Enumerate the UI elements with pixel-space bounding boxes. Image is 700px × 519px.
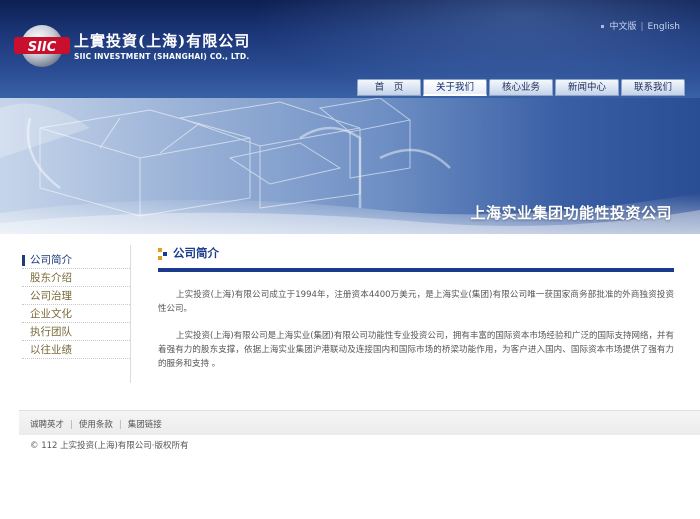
language-switcher: 中文版 | English	[601, 19, 680, 32]
section-header: 公司简介	[158, 244, 674, 268]
footer-links: 诚聘英才 | 使用条款 | 集团链接	[30, 420, 162, 430]
footer-links-bar: 诚聘英才 | 使用条款 | 集团链接	[19, 410, 700, 435]
sidebar-item-team[interactable]: 执行团队	[22, 323, 130, 341]
divider	[130, 245, 131, 383]
logo-mark-text: SIIC	[28, 40, 57, 55]
lang-english-link[interactable]: English	[648, 22, 681, 32]
hero-banner: 上海实业集团功能性投资公司	[0, 98, 700, 234]
nav-contact[interactable]: 联系我们	[621, 79, 685, 96]
intro-paragraph: 上实投资(上海)有限公司成立于1994年，注册资本4400万美元，是上海实业(集…	[158, 290, 674, 314]
main-content: 公司简介 上实投资(上海)有限公司成立于1994年，注册资本4400万美元，是上…	[158, 244, 674, 371]
footer-link-careers[interactable]: 诚聘英才	[30, 420, 64, 430]
sidebar-nav: 公司简介 股东介绍 公司治理 企业文化 执行团队 以往业绩	[22, 251, 130, 359]
nav-about[interactable]: 关于我们	[423, 79, 487, 96]
company-name-en: SIIC INVESTMENT (SHANGHAI) CO., LTD.	[74, 52, 250, 61]
company-name-cn: 上實投資(上海)有限公司	[74, 32, 251, 50]
section-bullet-icon	[158, 248, 167, 260]
nav-home[interactable]: 首 页	[357, 79, 421, 96]
nav-news[interactable]: 新闻中心	[555, 79, 619, 96]
detail-paragraph: 上实投资(上海)有限公司是上海实业(集团)有限公司功能性专业投资公司，拥有丰富的…	[158, 331, 674, 369]
copyright: © 112 上实投资(上海)有限公司·版权所有	[30, 441, 189, 451]
main-nav: 首 页 关于我们 核心业务 新闻中心 联系我们	[357, 79, 685, 97]
bullet-icon	[601, 25, 605, 28]
title-underline	[158, 268, 674, 272]
page-title: 公司简介	[173, 246, 219, 260]
banner-title: 上海实业集团功能性投资公司	[470, 204, 672, 222]
sidebar-item-shareholders[interactable]: 股东介绍	[22, 269, 130, 287]
footer-link-group[interactable]: 集团链接	[128, 420, 162, 430]
nav-business[interactable]: 核心业务	[489, 79, 553, 96]
sidebar-item-culture[interactable]: 企业文化	[22, 305, 130, 323]
sidebar-item-governance[interactable]: 公司治理	[22, 287, 130, 305]
siic-logo-icon[interactable]: SIIC	[12, 23, 72, 69]
site-header: SIIC 上實投資(上海)有限公司 SIIC INVESTMENT (SHANG…	[0, 0, 700, 100]
footer-link-terms[interactable]: 使用条款	[79, 420, 113, 430]
sidebar-item-profile[interactable]: 公司简介	[22, 251, 130, 269]
sidebar-item-performance[interactable]: 以往业绩	[22, 341, 130, 359]
lang-chinese-link[interactable]: 中文版	[609, 22, 636, 32]
